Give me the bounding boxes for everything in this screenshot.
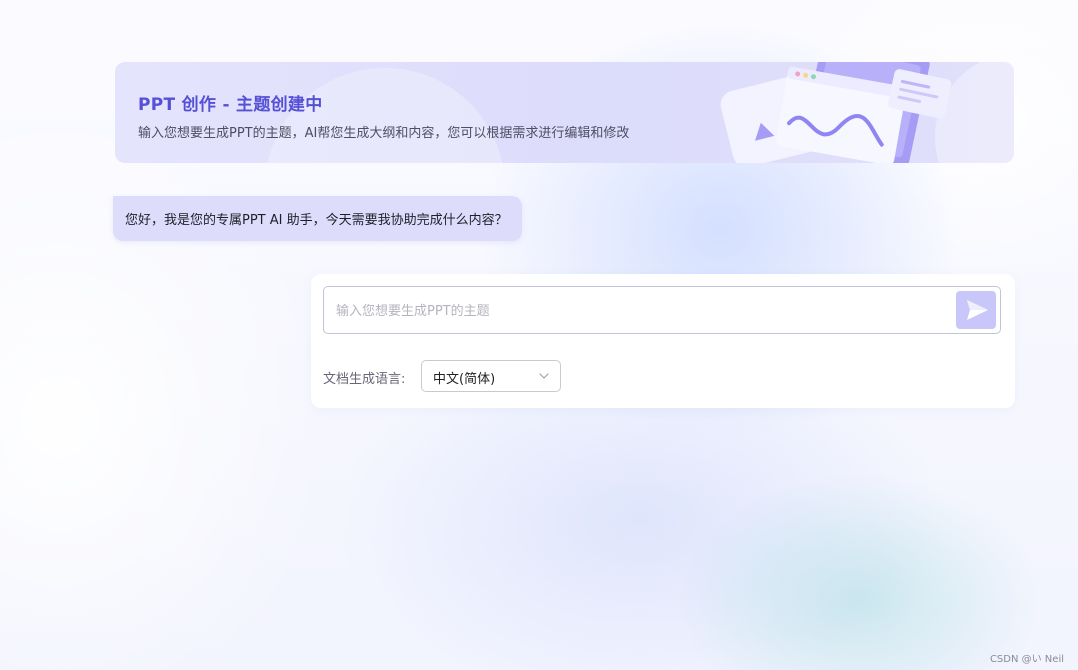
language-selected-value: 中文(简体) (433, 372, 496, 387)
send-button[interactable] (956, 291, 996, 329)
send-icon (967, 300, 988, 320)
topic-input-box (323, 286, 1001, 335)
watermark: CSDN @い Neil (989, 654, 1064, 665)
chevron-down-icon (539, 373, 549, 379)
presentation-illustration-icon (720, 62, 952, 163)
assistant-message-text: 您好，我是您的专属PPT AI 助手，今天需要我协助完成什么内容？ (125, 213, 508, 228)
language-select[interactable]: 中文(简体) (421, 360, 561, 392)
language-label: 文档生成语言: (323, 372, 406, 387)
page-subtitle: 输入您想要生成PPT的主题，AI帮您生成大纲和内容，您可以根据需求进行编辑和修改 (138, 126, 630, 141)
topic-input[interactable] (334, 287, 948, 335)
page-title: PPT 创作 - 主题创建中 (138, 95, 323, 115)
assistant-message-bubble: 您好，我是您的专属PPT AI 助手，今天需要我协助完成什么内容？ (113, 196, 522, 241)
topic-input-card: 文档生成语言: 中文(简体) (311, 274, 1015, 408)
header-banner: PPT 创作 - 主题创建中 输入您想要生成PPT的主题，AI帮您生成大纲和内容… (115, 62, 1014, 163)
banner-decor-circle (265, 68, 505, 163)
